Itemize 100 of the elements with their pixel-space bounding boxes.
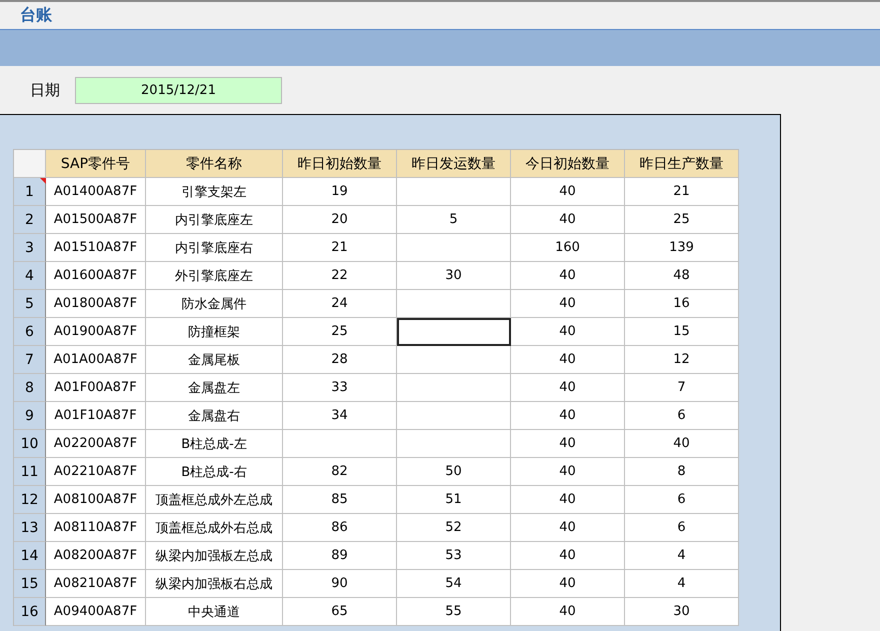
- table-cell: 内引擎底座左: [146, 206, 283, 234]
- date-label: 日期: [30, 80, 60, 100]
- table-cell: 40: [511, 402, 625, 430]
- table-cell: A01A00A87F: [46, 346, 146, 374]
- row-header[interactable]: 2: [14, 206, 46, 234]
- table-cell: 40: [511, 542, 625, 570]
- column-header: 零件名称: [146, 150, 283, 178]
- row-header[interactable]: 1: [14, 178, 46, 206]
- row-header[interactable]: 6: [14, 318, 46, 346]
- table-cell: 40: [511, 346, 625, 374]
- table-cell: 65: [283, 598, 397, 626]
- table-cell: 48: [625, 262, 739, 290]
- column-header: 昨日初始数量: [283, 150, 397, 178]
- table-cell: 90: [283, 570, 397, 598]
- table-cell: 顶盖框总成外右总成: [146, 514, 283, 542]
- table-cell: 顶盖框总成外左总成: [146, 486, 283, 514]
- column-header: 昨日发运数量: [397, 150, 511, 178]
- table-cell: 40: [511, 318, 625, 346]
- table-cell: 40: [511, 206, 625, 234]
- table-cell: A01800A87F: [46, 290, 146, 318]
- table-cell: A01400A87F: [46, 178, 146, 206]
- table-cell: A01510A87F: [46, 234, 146, 262]
- table-cell: 外引擎底座左: [146, 262, 283, 290]
- table-cell: B柱总成-左: [146, 430, 283, 458]
- table-cell: 40: [511, 514, 625, 542]
- table-cell: 20: [283, 206, 397, 234]
- table-cell: 40: [511, 598, 625, 626]
- corner-cell[interactable]: [14, 150, 46, 178]
- row-header[interactable]: 7: [14, 346, 46, 374]
- table-cell: 4: [625, 570, 739, 598]
- table-cell: 55: [397, 598, 511, 626]
- row-header[interactable]: 16: [14, 598, 46, 626]
- table-cell: 引擎支架左: [146, 178, 283, 206]
- table-cell: 50: [397, 458, 511, 486]
- table-cell: 89: [283, 542, 397, 570]
- table-cell: 54: [397, 570, 511, 598]
- table-cell: 金属盘左: [146, 374, 283, 402]
- table-cell: 21: [283, 234, 397, 262]
- table-cell: 25: [625, 206, 739, 234]
- table-cell: 85: [283, 486, 397, 514]
- table-cell: 金属盘右: [146, 402, 283, 430]
- table-cell: A08110A87F: [46, 514, 146, 542]
- table-cell: B柱总成-右: [146, 458, 283, 486]
- table-cell: A09400A87F: [46, 598, 146, 626]
- table-cell: 40: [511, 374, 625, 402]
- row-header[interactable]: 9: [14, 402, 46, 430]
- table-cell: 40: [511, 570, 625, 598]
- window-title: 台账: [20, 5, 52, 26]
- row-header[interactable]: 11: [14, 458, 46, 486]
- table-cell: A02210A87F: [46, 458, 146, 486]
- row-header[interactable]: 12: [14, 486, 46, 514]
- table-cell: 6: [625, 402, 739, 430]
- table-cell: 22: [283, 262, 397, 290]
- table-cell: A08210A87F: [46, 570, 146, 598]
- table-cell: A01500A87F: [46, 206, 146, 234]
- table-cell: 52: [397, 514, 511, 542]
- row-header[interactable]: 5: [14, 290, 46, 318]
- row-header[interactable]: 10: [14, 430, 46, 458]
- table-cell: 防水金属件: [146, 290, 283, 318]
- table-cell: 139: [625, 234, 739, 262]
- row-header[interactable]: 15: [14, 570, 46, 598]
- row-header[interactable]: 4: [14, 262, 46, 290]
- table-cell: 53: [397, 542, 511, 570]
- row-header[interactable]: 3: [14, 234, 46, 262]
- table-cell: 6: [625, 486, 739, 514]
- table-cell: A08100A87F: [46, 486, 146, 514]
- table-cell: 12: [625, 346, 739, 374]
- table-cell: 160: [511, 234, 625, 262]
- table-cell: A01F00A87F: [46, 374, 146, 402]
- table-cell: 25: [283, 318, 397, 346]
- table-cell: 40: [511, 178, 625, 206]
- table-cell: 34: [283, 402, 397, 430]
- table-cell: 24: [283, 290, 397, 318]
- table-cell: 82: [283, 458, 397, 486]
- row-header[interactable]: 13: [14, 514, 46, 542]
- table-cell: 16: [625, 290, 739, 318]
- table-cell: 33: [283, 374, 397, 402]
- table-cell: A01600A87F: [46, 262, 146, 290]
- table-cell: 15: [625, 318, 739, 346]
- table-cell: 8: [625, 458, 739, 486]
- row-header[interactable]: 8: [14, 374, 46, 402]
- table-cell: 21: [625, 178, 739, 206]
- table-cell: A01F10A87F: [46, 402, 146, 430]
- date-field[interactable]: 2015/12/21: [75, 76, 282, 104]
- table-cell: 中央通道: [146, 598, 283, 626]
- table-cell: 51: [397, 486, 511, 514]
- table-cell: A08200A87F: [46, 542, 146, 570]
- row-header[interactable]: 14: [14, 542, 46, 570]
- table-cell: 40: [511, 430, 625, 458]
- table-cell: 40: [511, 458, 625, 486]
- table-cell: 内引擎底座右: [146, 234, 283, 262]
- table-cell: 30: [397, 262, 511, 290]
- column-header: 今日初始数量: [511, 150, 625, 178]
- table-cell: 纵梁内加强板右总成: [146, 570, 283, 598]
- table-cell: A01900A87F: [46, 318, 146, 346]
- table-cell: 纵梁内加强板左总成: [146, 542, 283, 570]
- column-header: 昨日生产数量: [625, 150, 739, 178]
- table-cell: 金属尾板: [146, 346, 283, 374]
- table-cell: 6: [625, 514, 739, 542]
- table-cell: 7: [625, 374, 739, 402]
